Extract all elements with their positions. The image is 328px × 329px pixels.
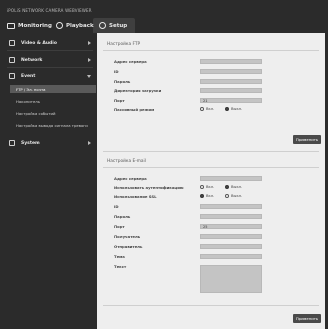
tab-playback[interactable]: Playback: [56, 18, 94, 33]
radio-label: Выкл.: [231, 185, 243, 189]
radio-label: Выкл.: [231, 107, 243, 111]
email-recipient-input[interactable]: [200, 234, 262, 239]
ftp-passive-off-radio[interactable]: Выкл.: [225, 107, 242, 111]
sidebar-item-label: Event: [21, 73, 36, 79]
ftp-upload-dir-label: Директория загрузки: [114, 88, 162, 93]
radio-label: Вкл.: [206, 107, 215, 111]
ftp-apply-button[interactable]: Применить: [293, 135, 321, 144]
sidebar-subitem-storage[interactable]: Накопитель: [10, 97, 96, 105]
ftp-server-label: Адрес сервера: [114, 59, 147, 64]
sidebar-item-label: System: [21, 140, 40, 146]
ftp-password-input[interactable]: [200, 79, 262, 84]
chevron-right-icon: [88, 41, 91, 45]
ftp-id-input[interactable]: [200, 69, 262, 74]
radio-selected-icon: [225, 107, 229, 111]
email-body-label: Текст: [114, 264, 127, 269]
sidebar-item-event[interactable]: Event: [3, 70, 97, 82]
radio-selected-icon: [200, 194, 204, 198]
divider: [103, 305, 319, 306]
ftp-server-input[interactable]: [200, 59, 262, 64]
divider: [103, 167, 319, 168]
sidebar-item-label: Video & Audio: [21, 40, 57, 46]
ftp-password-label: Пароль: [114, 79, 131, 84]
divider: [7, 67, 93, 68]
email-ssl-off-radio[interactable]: Выкл.: [225, 194, 242, 198]
ftp-section-title: Настройка FTP: [107, 42, 141, 47]
sidebar-item-label: Network: [21, 57, 43, 63]
video-icon: [9, 40, 15, 46]
sidebar-item-video-audio[interactable]: Video & Audio: [3, 37, 97, 51]
tab-monitoring-label: Monitoring: [18, 22, 52, 29]
ftp-id-label: ID: [114, 69, 119, 74]
gear-icon: [99, 22, 106, 29]
event-icon: [9, 73, 15, 79]
monitor-icon: [7, 22, 15, 29]
ftp-upload-dir-input[interactable]: [200, 88, 262, 93]
radio-label: Выкл.: [231, 194, 243, 198]
email-password-input[interactable]: [200, 214, 262, 219]
email-apply-button[interactable]: Применить: [293, 314, 321, 323]
email-server-input[interactable]: [200, 176, 262, 181]
chevron-right-icon: [88, 58, 91, 62]
top-navigation: Monitoring Playback Setup: [3, 18, 325, 33]
chevron-right-icon: [88, 141, 91, 145]
ftp-port-input[interactable]: 21: [200, 98, 262, 103]
email-ssl-label: Использование SSL: [114, 194, 157, 199]
sidebar-item-system[interactable]: System: [3, 137, 97, 149]
radio-icon: [200, 107, 204, 111]
email-port-input[interactable]: 25: [200, 224, 262, 229]
ftp-passive-on-radio[interactable]: Вкл.: [200, 107, 214, 111]
radio-icon: [225, 194, 229, 198]
email-recipient-label: Получатель: [114, 234, 141, 239]
tab-playback-label: Playback: [66, 22, 94, 29]
email-id-input[interactable]: [200, 204, 262, 209]
sidebar-item-network[interactable]: Network: [3, 54, 97, 68]
sidebar-subitem-event-setup[interactable]: Настройка событий: [10, 109, 96, 117]
email-body-textarea[interactable]: [200, 265, 262, 293]
email-id-label: ID: [114, 204, 119, 209]
email-auth-label: Использовать аутентификацию: [114, 185, 184, 190]
email-password-label: Пароль: [114, 214, 131, 219]
ftp-passive-label: Пассивный режим: [114, 107, 155, 112]
divider: [103, 50, 319, 51]
tab-monitoring[interactable]: Monitoring: [7, 18, 52, 33]
network-icon: [9, 57, 15, 63]
email-port-label: Порт: [114, 224, 125, 229]
sidebar: Video & Audio Network Event FTP / Эл. по…: [3, 33, 97, 329]
chevron-down-icon: [87, 75, 91, 78]
sidebar-subitem-alarm-output[interactable]: Настройка вывода сигнала тревоги: [10, 121, 96, 129]
camera-webviewer-window: iPOLiS NETWORK CAMERA WEBVIEWER Monitori…: [0, 0, 328, 329]
email-section-title: Настройка E-mail: [107, 159, 146, 164]
email-sender-input[interactable]: [200, 244, 262, 249]
email-subject-label: Тема: [114, 254, 125, 259]
sidebar-subitem-ftp-email[interactable]: FTP / Эл. почта: [10, 85, 96, 93]
ftp-port-label: Порт: [114, 98, 125, 103]
playback-icon: [56, 22, 63, 29]
email-ssl-on-radio[interactable]: Вкл.: [200, 194, 214, 198]
tab-setup-label: Setup: [109, 22, 128, 29]
brand-logo: iPOLiS NETWORK CAMERA WEBVIEWER: [7, 8, 92, 13]
radio-label: Вкл.: [206, 194, 215, 198]
system-gear-icon: [9, 140, 15, 146]
email-server-label: Адрес сервера: [114, 176, 147, 181]
tab-setup[interactable]: Setup: [99, 18, 127, 33]
radio-icon: [200, 185, 204, 189]
radio-label: Вкл.: [206, 185, 215, 189]
email-auth-on-radio[interactable]: Вкл.: [200, 185, 214, 189]
email-auth-off-radio[interactable]: Выкл.: [225, 185, 242, 189]
settings-panel: Настройка FTP Адрес сервера ID Пароль Ди…: [97, 33, 325, 329]
email-subject-input[interactable]: [200, 254, 262, 259]
email-sender-label: Отправитель: [114, 244, 143, 249]
divider: [103, 151, 319, 152]
divider: [7, 50, 93, 51]
radio-selected-icon: [225, 185, 229, 189]
